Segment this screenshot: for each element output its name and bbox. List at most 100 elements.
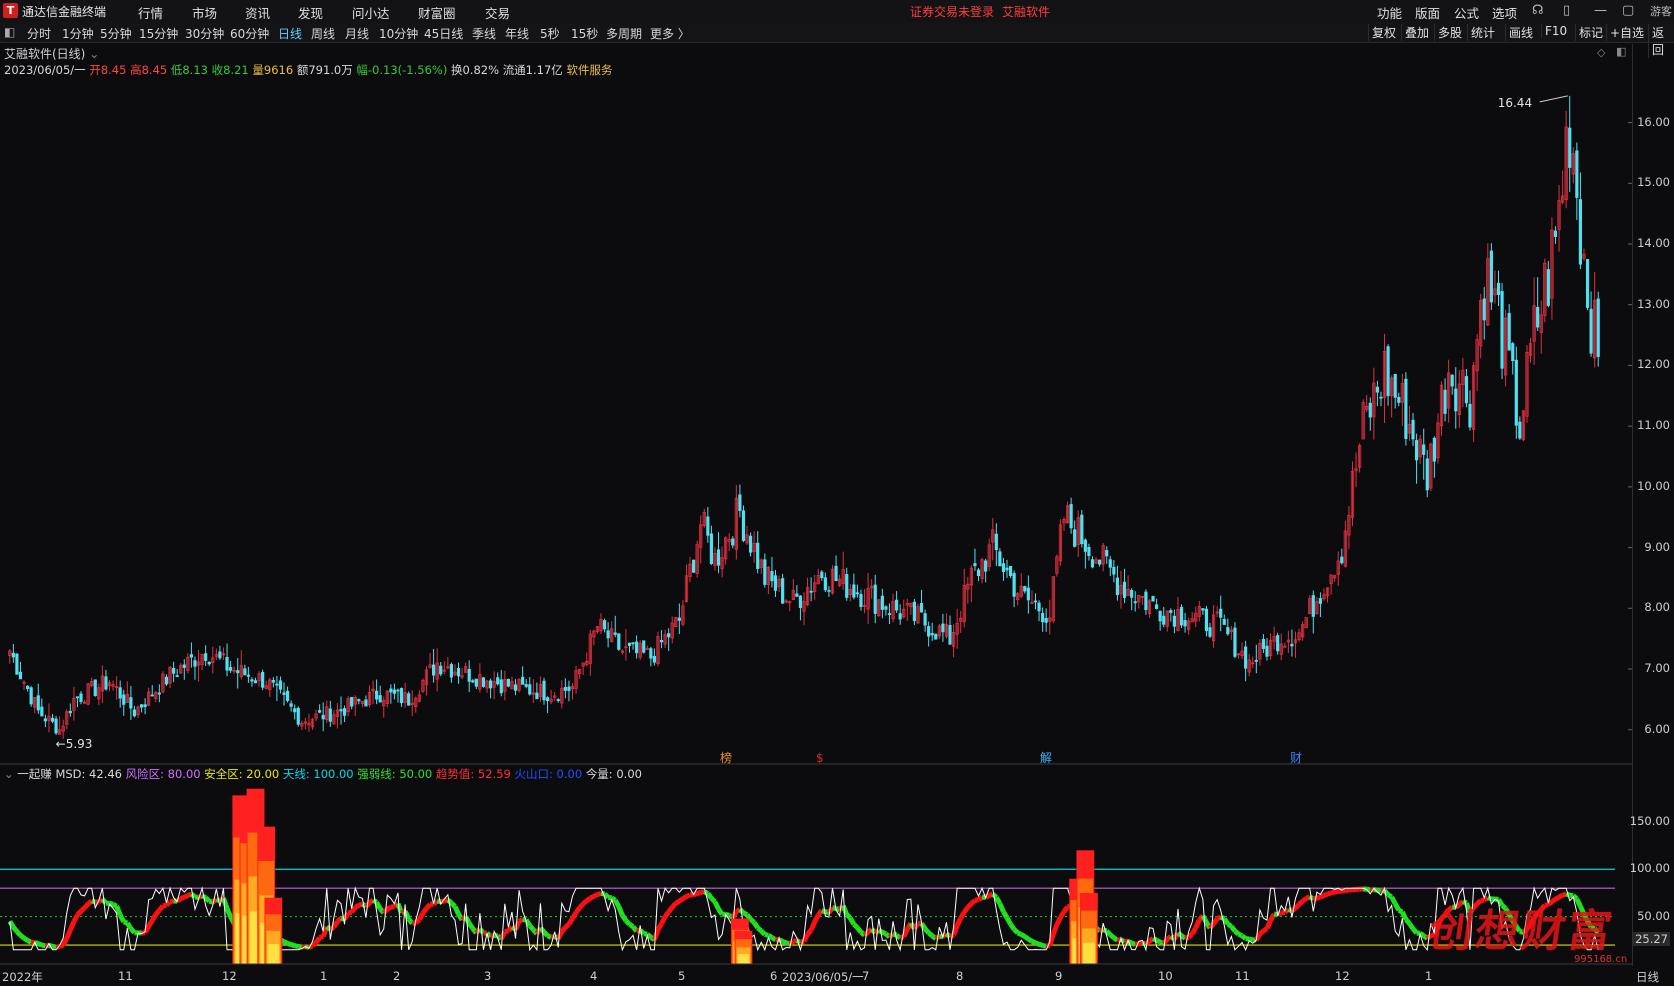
candle-body (998, 551, 1002, 567)
candle-body (1443, 389, 1447, 414)
headset-icon[interactable]: ☊ (1532, 3, 1544, 18)
trend-segment (1400, 910, 1409, 921)
period-5sec[interactable]: 5秒 (540, 25, 560, 42)
trend-segment (203, 895, 211, 903)
candle-body (1254, 659, 1258, 662)
candle-body (93, 679, 97, 697)
period-5min[interactable]: 5分钟 (100, 25, 132, 42)
app-logo-icon[interactable]: T (3, 3, 18, 18)
button-multi-stock[interactable]: 多股 (1434, 24, 1465, 41)
candle-body (556, 699, 560, 702)
candle-body (756, 542, 760, 569)
candle-body (1375, 386, 1380, 393)
trend-segment (585, 896, 592, 903)
menu-market-quotes[interactable]: 行情 (138, 3, 163, 22)
trend-segment (169, 898, 175, 905)
candle-body (820, 571, 824, 579)
trend-segment (504, 928, 510, 935)
trend-segment (90, 898, 97, 905)
candle-body (189, 654, 194, 658)
period-weekly[interactable]: 周线 (311, 25, 335, 42)
candle-body (399, 688, 404, 704)
button-add-watchlist[interactable]: +自选 (1606, 24, 1647, 41)
volcano-bar (267, 944, 280, 964)
button-draw[interactable]: 画线 (1505, 24, 1536, 41)
trend-segment (1190, 926, 1198, 936)
button-overlay[interactable]: 叠加 (1401, 24, 1432, 41)
menu-ask[interactable]: 问小达 (352, 3, 390, 22)
menu-formula[interactable]: 公式 (1454, 3, 1479, 22)
trend-segment (716, 907, 725, 916)
login-status[interactable]: 证券交易未登录 (910, 3, 994, 20)
button-adjust[interactable]: 复权 (1368, 24, 1399, 41)
trend-segment (977, 895, 984, 902)
period-10min[interactable]: 10分钟 (379, 25, 418, 42)
menu-options[interactable]: 选项 (1492, 3, 1517, 22)
candle-body (923, 613, 927, 626)
menu-market[interactable]: 市场 (192, 3, 217, 22)
candle-body (1169, 610, 1173, 613)
menu-wealth-circle[interactable]: 财富圈 (418, 3, 456, 22)
maximize-icon[interactable]: ▢ (1622, 3, 1634, 18)
trend-segment (756, 925, 763, 933)
candle-body (1133, 601, 1137, 604)
period-15sec[interactable]: 15秒 (571, 25, 598, 42)
trend-segment (712, 900, 721, 911)
minimize-icon[interactable]: — (1594, 3, 1607, 18)
menu-function[interactable]: 功能 (1377, 3, 1402, 22)
period-45day[interactable]: 45日线 (424, 25, 463, 42)
chart-canvas[interactable]: 16.44 ←5.93 榜 $ 解 财 (0, 44, 1632, 966)
trend-segment (1130, 940, 1137, 947)
menu-layout[interactable]: 版面 (1415, 3, 1440, 22)
period-quarterly[interactable]: 季线 (472, 25, 496, 42)
trend-segment (596, 890, 602, 897)
candle-body (350, 696, 354, 707)
trend-segment (318, 934, 325, 941)
guest-label[interactable]: 游客 (1650, 3, 1672, 19)
period-multi[interactable]: 多周期 (606, 25, 642, 42)
trend-segment (1062, 905, 1070, 914)
period-15min[interactable]: 15分钟 (139, 25, 178, 42)
button-f10[interactable]: F10 (1541, 24, 1570, 38)
trend-segment (1112, 935, 1119, 943)
period-30min[interactable]: 30分钟 (185, 25, 224, 42)
candle-body (1162, 615, 1166, 625)
watermark-logo: 创想财富 (1425, 906, 1617, 957)
candle-body (432, 664, 436, 676)
button-mark[interactable]: 标记 (1575, 24, 1606, 41)
time-axis-label: 12 (222, 969, 237, 983)
button-statistics[interactable]: 统计 (1467, 24, 1498, 41)
trend-segment (566, 917, 575, 926)
trend-segment (624, 918, 632, 927)
candle-body (1589, 308, 1593, 354)
menu-news[interactable]: 资讯 (245, 3, 270, 22)
candle-body (207, 661, 211, 665)
trend-segment (1293, 902, 1301, 911)
candle-body (1425, 458, 1429, 491)
price-axis-label: 10.00 (1637, 478, 1670, 493)
trend-segment (1034, 940, 1040, 947)
trend-segment (1176, 930, 1184, 938)
trend-segment (742, 910, 749, 917)
trend-segment (1264, 919, 1273, 930)
candle-body (1044, 617, 1048, 623)
period-60min[interactable]: 60分钟 (230, 25, 269, 42)
phone-icon[interactable]: ▯ (1563, 3, 1570, 18)
candle-body (631, 642, 635, 645)
period-more[interactable]: 更多 〉 (650, 25, 690, 42)
trend-segment (670, 901, 678, 909)
candle-body (738, 494, 742, 511)
period-intraday[interactable]: 分时 (27, 25, 51, 42)
menu-trade[interactable]: 交易 (485, 3, 510, 22)
period-monthly[interactable]: 月线 (345, 25, 369, 42)
candle-body (396, 689, 400, 692)
period-1min[interactable]: 1分钟 (62, 25, 94, 42)
trend-segment (927, 930, 934, 938)
period-indicator[interactable]: 日线 (1636, 969, 1659, 985)
candle-body (1318, 598, 1323, 604)
sidebar-toggle-icon[interactable]: ◧ (4, 25, 15, 39)
candle-body (1514, 359, 1518, 426)
menu-discover[interactable]: 发现 (298, 3, 323, 22)
period-yearly[interactable]: 年线 (505, 25, 529, 42)
period-daily[interactable]: 日线 (278, 25, 302, 42)
